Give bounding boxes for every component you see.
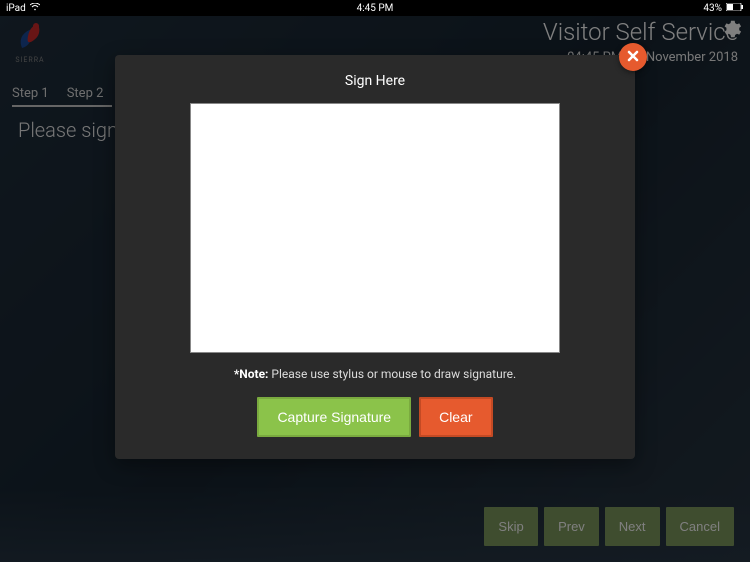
modal-title: Sign Here bbox=[135, 73, 615, 89]
battery-icon bbox=[726, 3, 744, 14]
modal-note: *Note: Please use stylus or mouse to dra… bbox=[135, 367, 615, 381]
battery-percent: 43% bbox=[703, 3, 722, 14]
signature-modal: Sign Here *Note: Please use stylus or mo… bbox=[115, 55, 635, 459]
status-time: 4:45 PM bbox=[357, 3, 394, 14]
capture-signature-button[interactable]: Capture Signature bbox=[257, 397, 411, 437]
note-text: Please use stylus or mouse to draw signa… bbox=[268, 367, 516, 381]
signature-canvas[interactable] bbox=[190, 103, 560, 353]
clear-signature-button[interactable]: Clear bbox=[419, 397, 492, 437]
note-label: *Note: bbox=[234, 367, 269, 381]
wifi-icon bbox=[30, 3, 40, 14]
device-status-bar: iPad 4:45 PM 43% bbox=[0, 0, 750, 16]
device-label: iPad bbox=[6, 3, 26, 14]
modal-close-button[interactable] bbox=[619, 43, 647, 71]
close-icon bbox=[626, 48, 640, 67]
modal-actions: Capture Signature Clear bbox=[135, 397, 615, 437]
